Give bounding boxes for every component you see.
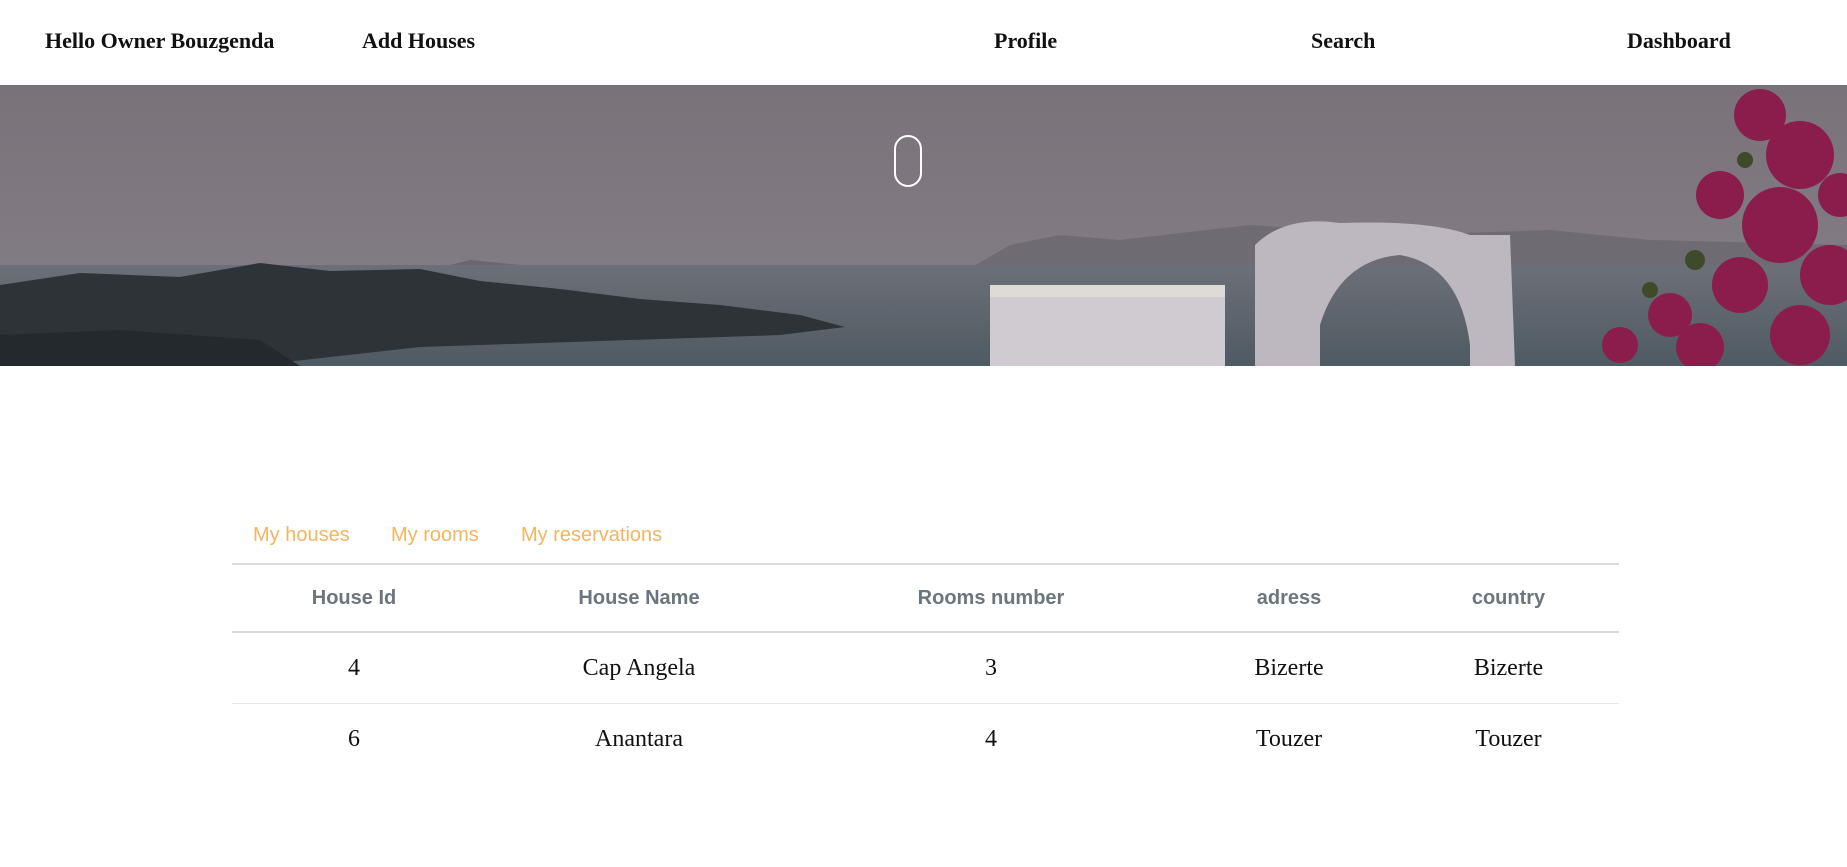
tab-my-houses[interactable]: My houses <box>253 524 350 547</box>
cell-house-name: Cap Angela <box>476 632 802 704</box>
cell-house-id: 6 <box>348 725 360 752</box>
nav-dashboard[interactable]: Dashboard <box>1627 28 1731 54</box>
column-header-country: country <box>1398 565 1619 633</box>
cell-adress: Touzer <box>1255 725 1323 752</box>
nav-profile[interactable]: Profile <box>994 28 1057 54</box>
table-row[interactable]: 6 Anantara 4 Touzer Touzer <box>232 704 1619 775</box>
hero-banner <box>0 85 1847 366</box>
column-header-house-id: House Id <box>232 565 476 633</box>
scroll-down-icon[interactable] <box>894 135 922 187</box>
table-row[interactable]: 4 Cap Angela 3 Bizerte Bizerte <box>232 632 1619 704</box>
cell-country: Bizerte <box>1398 632 1619 704</box>
cell-country: Touzer <box>1475 725 1542 752</box>
cell-house-id: 4 <box>232 632 476 704</box>
column-header-rooms-number: Rooms number <box>802 565 1180 633</box>
cell-rooms-number: 4 <box>985 725 997 752</box>
tab-my-reservations[interactable]: My reservations <box>521 524 662 547</box>
column-header-adress: adress <box>1180 565 1398 633</box>
greeting-link[interactable]: Hello Owner Bouzgenda <box>45 28 274 54</box>
nav-search[interactable]: Search <box>1311 28 1375 54</box>
cell-house-name: Anantara <box>595 725 683 752</box>
houses-table: House Id House Name Rooms number adress … <box>232 565 1619 774</box>
nav-add-houses[interactable]: Add Houses <box>362 28 475 54</box>
column-header-house-name: House Name <box>476 565 802 633</box>
hero-image <box>0 85 1847 366</box>
cell-rooms-number: 3 <box>802 632 1180 704</box>
cell-adress: Bizerte <box>1180 632 1398 704</box>
top-navbar: Hello Owner Bouzgenda Add Houses Profile… <box>0 0 1847 85</box>
tab-my-rooms[interactable]: My rooms <box>391 524 479 547</box>
table-header-row: House Id House Name Rooms number adress … <box>232 565 1619 633</box>
